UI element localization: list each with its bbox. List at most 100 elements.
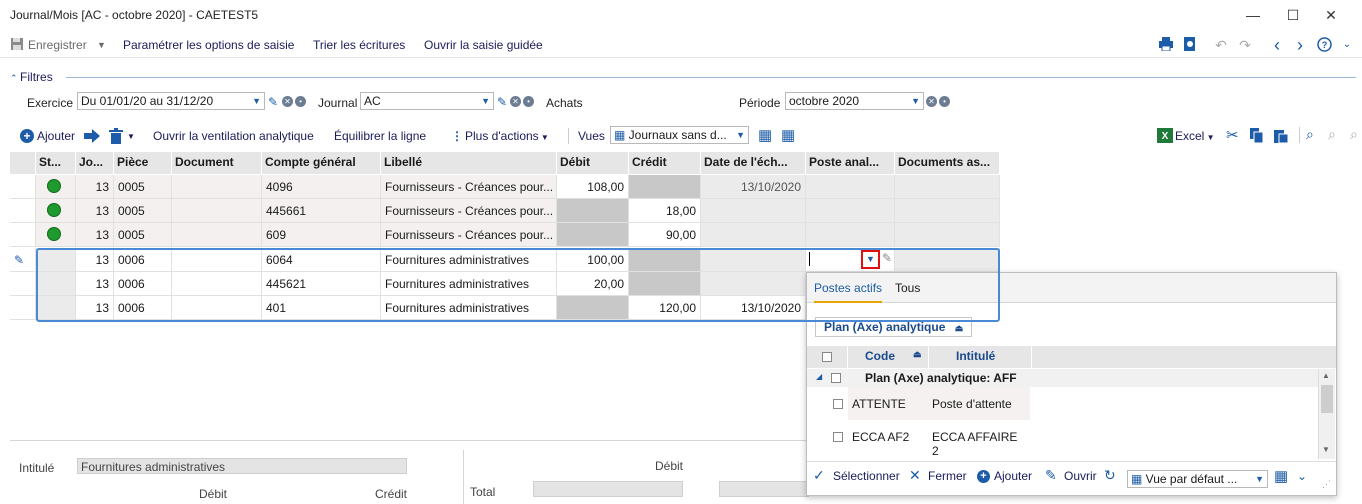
row-selector[interactable]: [10, 296, 36, 320]
grid-settings-icon[interactable]: ▦: [758, 126, 772, 144]
cell-documents[interactable]: [895, 199, 1000, 223]
cell-jour[interactable]: 13: [76, 296, 114, 320]
delete-dropdown-icon[interactable]: ▼: [127, 132, 135, 141]
scroll-up-icon[interactable]: ▲: [1322, 371, 1330, 380]
tab-tous[interactable]: Tous: [895, 281, 920, 295]
cell-date[interactable]: [701, 248, 806, 272]
cell-libelle[interactable]: Fournisseurs - Créances pour...: [381, 199, 557, 223]
cell-documents[interactable]: [895, 248, 1000, 272]
add-icon[interactable]: +: [20, 129, 34, 143]
cell-document[interactable]: [172, 199, 262, 223]
save-button[interactable]: Enregistrer: [28, 38, 87, 52]
refresh-icon[interactable]: ↻: [1104, 467, 1116, 484]
options-icon[interactable]: •: [295, 96, 306, 107]
chevron-down-icon[interactable]: ▼: [736, 130, 745, 140]
search-icon[interactable]: ⌕: [1306, 126, 1314, 143]
add-item-button[interactable]: Ajouter: [994, 469, 1032, 483]
cell-date[interactable]: [701, 199, 806, 223]
col-header[interactable]: Compte général: [262, 152, 381, 174]
table-row[interactable]: 13 0005 445661 Fournisseurs - Créances p…: [10, 199, 1000, 223]
cell-libelle[interactable]: Fournisseurs - Créances pour...: [381, 223, 557, 247]
options-icon[interactable]: •: [939, 96, 950, 107]
more-icon[interactable]: ⋮: [451, 129, 463, 143]
cell-documents[interactable]: [895, 223, 1000, 247]
cell-poste[interactable]: [806, 175, 895, 199]
cell-document[interactable]: [172, 248, 262, 272]
cell-jour[interactable]: 13: [76, 272, 114, 296]
more-actions-button[interactable]: Plus d'actions ▼: [465, 129, 549, 143]
ventilation-button[interactable]: Ouvrir la ventilation analytique: [153, 129, 314, 143]
grid-layout-icon[interactable]: ▦: [781, 126, 795, 144]
redo-icon[interactable]: ↷: [1236, 37, 1254, 53]
select-all-checkbox[interactable]: [822, 352, 832, 362]
filters-header[interactable]: ⌃ Filtres: [10, 70, 53, 84]
cell-date[interactable]: [701, 272, 806, 296]
row-edit-icon[interactable]: ✎: [10, 248, 36, 272]
table-row[interactable]: ✎ 13 0006 6064 Fournitures administrativ…: [10, 248, 1000, 272]
cell-date[interactable]: 13/10/2020: [701, 296, 806, 320]
cell-poste[interactable]: [806, 223, 895, 247]
undo-icon[interactable]: ↶: [1212, 37, 1230, 53]
col-header[interactable]: Date de l'éch...: [701, 152, 806, 174]
equilibrer-button[interactable]: Équilibrer la ligne: [334, 129, 426, 143]
cell-compte[interactable]: 6064: [262, 248, 381, 272]
select-button[interactable]: Sélectionner: [833, 469, 900, 483]
paste-icon[interactable]: [1274, 128, 1289, 146]
cell-piece[interactable]: 0006: [114, 272, 172, 296]
cell-credit[interactable]: [629, 272, 701, 296]
chevron-down-icon[interactable]: ▼: [1255, 474, 1264, 484]
col-header[interactable]: Crédit: [629, 152, 701, 174]
table-row[interactable]: 13 0005 4096 Fournisseurs - Créances pou…: [10, 175, 1000, 199]
cell-libelle[interactable]: Fournitures administratives: [381, 248, 557, 272]
cell-credit[interactable]: [629, 175, 701, 199]
cell-document[interactable]: [172, 175, 262, 199]
chevron-down-icon[interactable]: ▼: [481, 96, 490, 106]
grid-settings-icon[interactable]: ▦: [1274, 467, 1288, 485]
cell-piece[interactable]: 0005: [114, 223, 172, 247]
cell-jour[interactable]: 13: [76, 199, 114, 223]
help-icon[interactable]: ?: [1315, 37, 1333, 53]
resize-grip-icon[interactable]: ⋰: [1322, 479, 1331, 490]
expand-chevron-icon[interactable]: ⌄: [1338, 37, 1356, 53]
cell-compte[interactable]: 4096: [262, 175, 381, 199]
arrow-right-icon[interactable]: [83, 128, 101, 147]
chevron-down-icon[interactable]: ⌄: [1297, 469, 1307, 483]
cell-jour[interactable]: 13: [76, 175, 114, 199]
row-selector[interactable]: [10, 175, 36, 199]
cell-credit[interactable]: [629, 248, 701, 272]
cell-piece[interactable]: 0005: [114, 199, 172, 223]
journal-select[interactable]: AC ▼: [360, 92, 494, 110]
cell-date[interactable]: 13/10/2020: [701, 175, 806, 199]
cell-compte[interactable]: 445621: [262, 272, 381, 296]
cell-date[interactable]: [701, 223, 806, 247]
cell-document[interactable]: [172, 296, 262, 320]
chevron-down-icon[interactable]: ▼: [911, 96, 920, 106]
cell-compte[interactable]: 401: [262, 296, 381, 320]
cell-compte[interactable]: 445661: [262, 199, 381, 223]
col-code[interactable]: Code: [865, 349, 895, 363]
col-header[interactable]: Pièce: [114, 152, 172, 174]
cell-poste[interactable]: [806, 199, 895, 223]
cell-document[interactable]: [172, 272, 262, 296]
cell-piece[interactable]: 0006: [114, 296, 172, 320]
cell-documents[interactable]: [895, 175, 1000, 199]
search-next-icon[interactable]: ⌕: [1328, 126, 1336, 143]
cell-debit[interactable]: 100,00: [557, 248, 629, 272]
col-header[interactable]: Poste anal...: [806, 152, 895, 174]
cell-debit[interactable]: 20,00: [557, 272, 629, 296]
cell-piece[interactable]: 0006: [114, 248, 172, 272]
row-selector[interactable]: [10, 223, 36, 247]
plan-button[interactable]: Plan (Axe) analytique ⏏: [815, 317, 973, 337]
list-item[interactable]: ECCA AF2 ECCA AFFAIRE 2: [807, 420, 1319, 458]
cell-libelle[interactable]: Fournitures administratives: [381, 296, 557, 320]
col-header[interactable]: Documents as...: [895, 152, 1000, 174]
previous-icon[interactable]: ‹: [1268, 36, 1286, 54]
cell-compte[interactable]: 609: [262, 223, 381, 247]
save-dropdown-icon[interactable]: ▼: [97, 40, 106, 50]
cell-debit[interactable]: [557, 296, 629, 320]
add-button[interactable]: Ajouter: [37, 129, 75, 143]
collapse-triangle-icon[interactable]: ◢: [816, 372, 822, 381]
cell-debit[interactable]: [557, 199, 629, 223]
scroll-thumb[interactable]: [1321, 385, 1333, 413]
open-button[interactable]: Ouvrir: [1064, 469, 1097, 483]
